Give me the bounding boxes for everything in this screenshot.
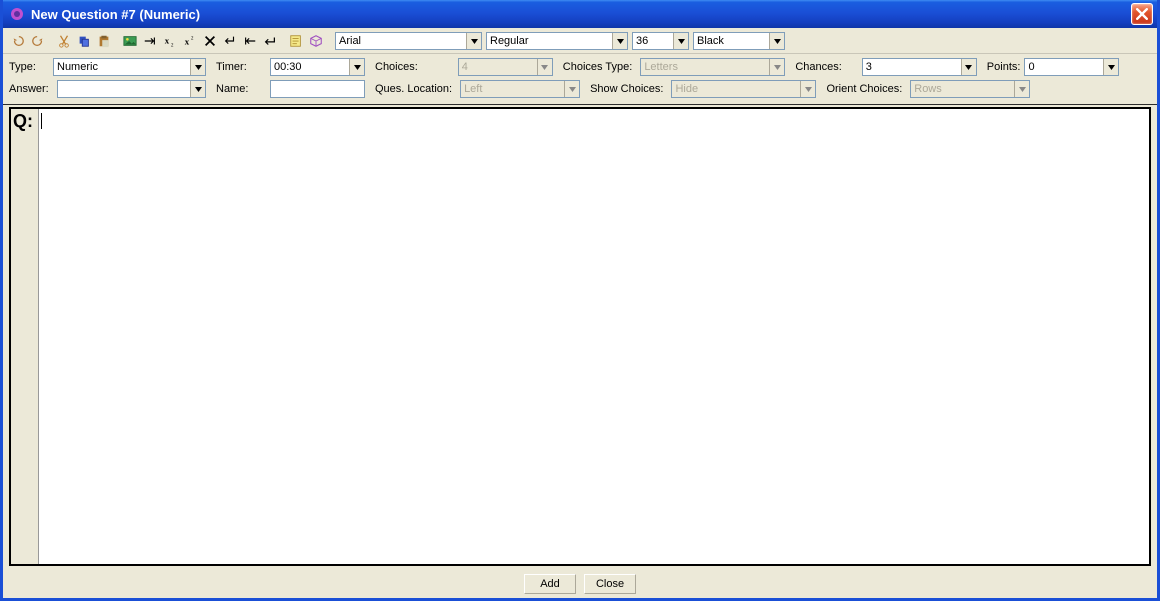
timer-combo[interactable] xyxy=(270,58,365,76)
undo-icon[interactable] xyxy=(9,32,27,50)
close-button[interactable]: Close xyxy=(584,574,636,594)
dropdown-icon[interactable] xyxy=(961,59,976,75)
show-choices-input xyxy=(672,81,800,97)
choices-type-label: Choices Type: xyxy=(563,61,633,73)
copy-icon[interactable] xyxy=(75,32,93,50)
dropdown-icon[interactable] xyxy=(612,33,627,49)
dropdown-icon xyxy=(564,81,579,97)
chances-input[interactable] xyxy=(863,59,961,75)
answer-combo[interactable] xyxy=(57,80,206,98)
clear-format-icon[interactable] xyxy=(201,32,219,50)
property-row-2: Answer: Name: Ques. Location: Show Choic… xyxy=(9,78,1151,100)
orient-choices-label: Orient Choices: xyxy=(826,83,902,95)
timer-input[interactable] xyxy=(271,59,349,75)
choices-input xyxy=(459,59,537,75)
line-break-icon[interactable] xyxy=(221,32,239,50)
show-choices-combo xyxy=(671,80,816,98)
ques-location-combo xyxy=(460,80,580,98)
chances-combo[interactable] xyxy=(862,58,977,76)
show-choices-label: Show Choices: xyxy=(590,83,663,95)
superscript-icon[interactable]: x2 xyxy=(181,32,199,50)
dropdown-icon xyxy=(1014,81,1029,97)
answer-label: Answer: xyxy=(9,83,53,95)
cube-icon[interactable] xyxy=(307,32,325,50)
note-icon[interactable] xyxy=(287,32,305,50)
ques-location-label: Ques. Location: xyxy=(375,83,452,95)
choices-combo xyxy=(458,58,553,76)
formatting-toolbar: x2 x2 xyxy=(3,28,1157,54)
titlebar[interactable]: New Question #7 (Numeric) xyxy=(3,0,1157,28)
font-family-input[interactable] xyxy=(336,33,466,49)
choices-type-input xyxy=(641,59,769,75)
property-row-1: Type: Timer: Choices: Choices Type: Chan… xyxy=(9,56,1151,78)
dropdown-icon xyxy=(800,81,815,97)
answer-input[interactable] xyxy=(58,81,190,97)
font-family-combo[interactable] xyxy=(335,32,482,50)
dropdown-icon xyxy=(537,59,552,75)
image-icon[interactable] xyxy=(121,32,139,50)
svg-text:2: 2 xyxy=(191,35,194,41)
orient-choices-input xyxy=(911,81,1014,97)
question-properties: Type: Timer: Choices: Choices Type: Chan… xyxy=(3,54,1157,105)
svg-text:x: x xyxy=(185,37,190,47)
dropdown-icon[interactable] xyxy=(769,33,784,49)
name-label: Name: xyxy=(216,83,266,95)
type-combo[interactable] xyxy=(53,58,206,76)
dialog-footer: Add Close xyxy=(3,570,1157,598)
svg-text:x: x xyxy=(165,36,170,46)
chances-label: Chances: xyxy=(795,61,841,73)
font-style-combo[interactable] xyxy=(486,32,628,50)
orient-choices-combo xyxy=(910,80,1030,98)
tab-icon[interactable] xyxy=(141,32,159,50)
choices-type-combo xyxy=(640,58,785,76)
paste-icon[interactable] xyxy=(95,32,113,50)
font-size-combo[interactable] xyxy=(632,32,689,50)
question-editor-window: New Question #7 (Numeric) x2 x2 xyxy=(0,0,1160,601)
svg-text:2: 2 xyxy=(171,42,174,48)
timer-label: Timer: xyxy=(216,61,266,73)
dropdown-icon[interactable] xyxy=(1103,59,1118,75)
dropdown-icon[interactable] xyxy=(349,59,364,75)
name-input[interactable] xyxy=(270,80,365,98)
redo-icon[interactable] xyxy=(29,32,47,50)
dropdown-icon[interactable] xyxy=(466,33,481,49)
question-text-area[interactable] xyxy=(39,109,1149,564)
text-caret xyxy=(41,113,42,129)
points-label: Points: xyxy=(987,61,1021,73)
window-title: New Question #7 (Numeric) xyxy=(31,7,1131,22)
dropdown-icon[interactable] xyxy=(673,33,688,49)
dropdown-icon xyxy=(769,59,784,75)
app-icon xyxy=(9,6,25,22)
question-gutter: Q: xyxy=(11,109,39,564)
add-button[interactable]: Add xyxy=(524,574,576,594)
font-color-combo[interactable] xyxy=(693,32,785,50)
close-window-button[interactable] xyxy=(1131,3,1153,25)
subscript-icon[interactable]: x2 xyxy=(161,32,179,50)
font-color-input[interactable] xyxy=(694,33,769,49)
dropdown-icon[interactable] xyxy=(190,81,205,97)
type-label: Type: xyxy=(9,61,49,73)
question-editor: Q: xyxy=(9,107,1151,566)
points-combo[interactable] xyxy=(1024,58,1119,76)
enter-icon[interactable] xyxy=(261,32,279,50)
font-size-input[interactable] xyxy=(633,33,673,49)
choices-label: Choices: xyxy=(375,61,418,73)
points-input[interactable] xyxy=(1025,59,1103,75)
question-label: Q: xyxy=(13,111,33,131)
cut-icon[interactable] xyxy=(55,32,73,50)
type-input[interactable] xyxy=(54,59,190,75)
back-tab-icon[interactable] xyxy=(241,32,259,50)
dropdown-icon[interactable] xyxy=(190,59,205,75)
font-style-input[interactable] xyxy=(487,33,612,49)
ques-location-input xyxy=(461,81,564,97)
